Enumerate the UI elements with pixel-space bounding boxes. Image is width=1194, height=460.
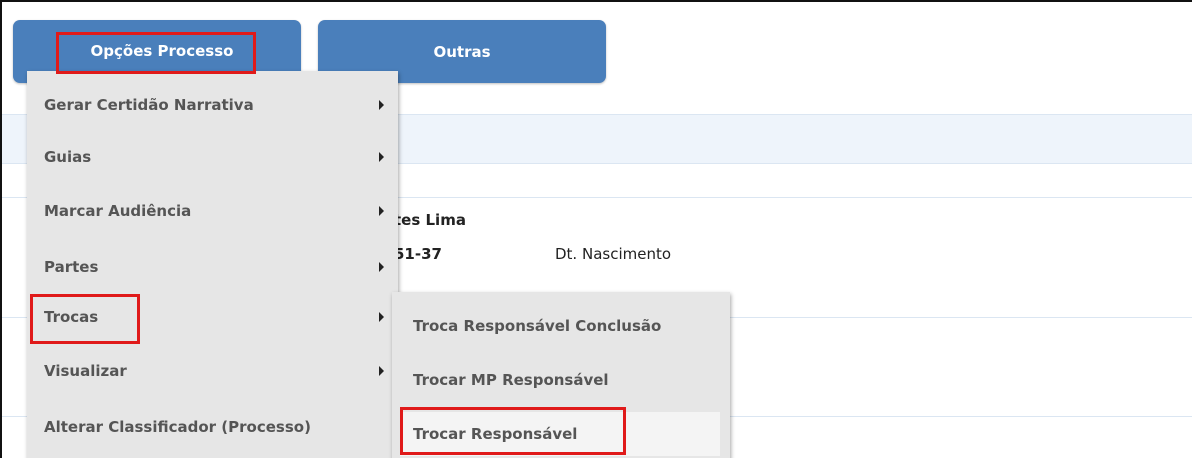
app-frame: tes Lima 51-37 Dt. Nascimento Opções Pro…: [0, 0, 1192, 458]
menu-item-label: Marcar Audiência: [44, 202, 192, 220]
menu-item-marcar-audiencia[interactable]: Marcar Audiência: [27, 185, 398, 237]
submenu-item-label: Trocar MP Responsável: [413, 371, 609, 389]
tab-label: Outras: [433, 42, 491, 61]
submenu-arrow-icon: [379, 312, 384, 322]
menu-item-label: Gerar Certidão Narrativa: [44, 96, 254, 114]
menu-item-trocas[interactable]: Trocas: [27, 291, 398, 343]
party-id-fragment: 51-37: [394, 245, 442, 263]
submenu-item-trocar-mp-responsavel[interactable]: Trocar MP Responsável: [392, 358, 730, 402]
trocas-submenu: Troca Responsável Conclusão Trocar MP Re…: [392, 292, 730, 458]
menu-item-label: Partes: [44, 258, 99, 276]
birthdate-label: Dt. Nascimento: [555, 245, 672, 263]
submenu-arrow-icon: [379, 206, 384, 216]
menu-item-visualizar[interactable]: Visualizar: [27, 345, 398, 397]
submenu-arrow-icon: [379, 262, 384, 272]
menu-item-guias[interactable]: Guias: [27, 131, 398, 183]
menu-item-partes[interactable]: Partes: [27, 241, 398, 293]
menu-item-label: Trocas: [44, 308, 99, 326]
submenu-item-label: Trocar Responsável: [413, 425, 578, 443]
menu-item-gerar-certidao[interactable]: Gerar Certidão Narrativa: [27, 79, 398, 131]
submenu-item-troca-responsavel-conclusao[interactable]: Troca Responsável Conclusão: [392, 304, 730, 348]
submenu-item-trocar-responsavel[interactable]: Trocar Responsável: [400, 412, 720, 456]
submenu-arrow-icon: [379, 152, 384, 162]
menu-item-alterar-classificador[interactable]: Alterar Classificador (Processo): [27, 401, 398, 453]
menu-item-label: Guias: [44, 148, 92, 166]
submenu-arrow-icon: [379, 100, 384, 110]
submenu-arrow-icon: [379, 366, 384, 376]
menu-item-label: Visualizar: [44, 362, 127, 380]
opcoes-processo-menu: Gerar Certidão Narrativa Guias Marcar Au…: [27, 71, 398, 458]
submenu-item-label: Troca Responsável Conclusão: [413, 317, 662, 335]
menu-item-label: Alterar Classificador (Processo): [44, 418, 311, 436]
party-name-fragment: tes Lima: [394, 211, 466, 229]
tab-label: Opções Processo: [90, 42, 234, 60]
